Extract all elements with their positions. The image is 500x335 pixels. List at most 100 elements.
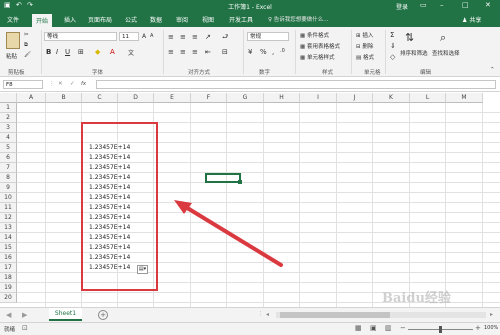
title-bar: ▣ ↶ ↷ 工作簿1 - Excel 登录 ▭ – □ ✕ bbox=[0, 0, 500, 12]
clear-icon[interactable]: ◇ bbox=[390, 53, 395, 61]
border-icon[interactable]: ⊞ bbox=[78, 48, 84, 56]
ribbon-display-icon[interactable]: ▭ bbox=[420, 1, 427, 9]
tab-insert[interactable]: 插入 bbox=[64, 15, 76, 24]
tab-formulas[interactable]: 公式 bbox=[125, 15, 137, 24]
fill-icon[interactable]: ⇓ bbox=[390, 42, 396, 50]
grow-font-icon[interactable]: A bbox=[142, 33, 146, 40]
sort-filter-button[interactable]: 排序和筛选 bbox=[400, 49, 428, 57]
cell-styles-icon: ▦ bbox=[300, 55, 306, 61]
format-as-table-button[interactable]: ▦ 套用表格格式 bbox=[300, 42, 340, 50]
bold-icon[interactable]: B bbox=[46, 48, 51, 56]
tab-data[interactable]: 数据 bbox=[150, 15, 162, 24]
font-name-select[interactable]: 等线 bbox=[44, 32, 117, 41]
formula-input[interactable] bbox=[96, 80, 496, 89]
worksheet-grid[interactable]: ABCDEFGHIJKLM 1 2 3 4 5 6 7 8 9 10 11 12 13 14 15 16 17 1… bbox=[0, 93, 500, 307]
status-ready: 就绪 bbox=[4, 327, 16, 333]
share-button[interactable]: ♟ 共享 bbox=[462, 15, 481, 24]
orientation-icon[interactable]: ↗ bbox=[205, 33, 211, 41]
enter-icon[interactable]: ✓ bbox=[70, 81, 75, 87]
top-align-icon[interactable]: ≡ bbox=[168, 33, 174, 41]
group-styles: 样式 bbox=[322, 70, 334, 76]
number-format-select[interactable]: 常规 bbox=[247, 32, 289, 41]
scroll-left-icon[interactable]: ◂ bbox=[266, 311, 269, 318]
align-right-icon[interactable]: ≡ bbox=[192, 48, 198, 56]
prev-sheet-icon[interactable]: ◀ bbox=[6, 311, 11, 319]
cancel-icon[interactable]: ✕ bbox=[58, 81, 63, 87]
page-layout-view-icon[interactable]: ▣ bbox=[370, 324, 377, 332]
group-number: 数字 bbox=[259, 70, 271, 76]
sheet-tab-sheet1[interactable]: Sheet1 bbox=[49, 308, 82, 321]
zoom-out-icon[interactable]: − bbox=[400, 324, 406, 332]
page-break-view-icon[interactable]: ▥ bbox=[385, 324, 392, 332]
wrap-text-icon[interactable]: ⮐ bbox=[222, 33, 228, 44]
maximize-icon[interactable]: □ bbox=[462, 1, 469, 9]
cut-icon[interactable]: ✂ bbox=[24, 32, 29, 38]
name-box[interactable]: F8 bbox=[3, 80, 43, 89]
phonetic-icon[interactable]: 文 bbox=[128, 48, 134, 57]
paste-button[interactable]: 粘贴 bbox=[6, 52, 17, 60]
cell-styles-button[interactable]: ▦ 单元格样式 bbox=[300, 53, 334, 61]
paste-icon[interactable] bbox=[6, 32, 20, 49]
insert-icon: ⊞ bbox=[356, 33, 361, 39]
scrollbar-thumb[interactable] bbox=[280, 312, 390, 318]
align-center-icon[interactable]: ≡ bbox=[180, 48, 186, 56]
sort-filter-icon[interactable]: ⇅ bbox=[405, 31, 414, 44]
font-color-icon[interactable]: A bbox=[110, 48, 115, 56]
zoom-level[interactable]: 100% bbox=[484, 325, 498, 331]
merge-center-icon[interactable]: ⊟ bbox=[222, 48, 228, 56]
separator bbox=[295, 30, 296, 74]
font-size-value: 11 bbox=[122, 34, 129, 40]
format-cells-button[interactable]: ▤ 格式 bbox=[356, 53, 374, 61]
bottom-align-icon[interactable]: ≡ bbox=[192, 33, 198, 41]
tell-me-search[interactable]: ♀ 告诉我您想要做什么... bbox=[268, 15, 329, 23]
collapse-ribbon-icon[interactable]: ⌃ bbox=[490, 67, 495, 73]
login-link[interactable]: 登录 bbox=[396, 2, 408, 11]
tab-file[interactable]: 文件 bbox=[7, 15, 19, 24]
tab-view[interactable]: 视图 bbox=[202, 15, 214, 24]
percent-icon[interactable]: % bbox=[260, 48, 267, 56]
insert-cells-button[interactable]: ⊞ 插入 bbox=[356, 31, 373, 39]
zoom-slider-handle[interactable] bbox=[439, 326, 442, 333]
close-icon[interactable]: ✕ bbox=[485, 1, 491, 9]
delete-cells-button[interactable]: ⊟ 删除 bbox=[356, 42, 373, 50]
find-icon[interactable]: ⌕ bbox=[440, 31, 446, 45]
search-placeholder: 告诉我您想要做什么... bbox=[273, 17, 329, 23]
font-size-select[interactable]: 11 bbox=[119, 32, 139, 41]
copy-icon[interactable]: ⧉ bbox=[24, 42, 28, 49]
next-sheet-icon[interactable]: ▶ bbox=[22, 311, 27, 319]
number-format-value: 常规 bbox=[250, 34, 262, 40]
separator bbox=[385, 30, 386, 74]
autosum-icon[interactable]: Σ bbox=[390, 31, 394, 39]
decimal-icon[interactable]: .0 bbox=[280, 48, 285, 54]
find-select-button[interactable]: 查找和选择 bbox=[432, 49, 460, 57]
indent-icon[interactable]: ⇤ bbox=[205, 48, 211, 56]
share-label: 共享 bbox=[469, 17, 482, 24]
format-cells-label: 格式 bbox=[362, 55, 374, 61]
normal-view-icon[interactable]: ▦ bbox=[355, 324, 362, 332]
currency-icon[interactable]: ¥ bbox=[248, 48, 252, 56]
insert-function-icon[interactable]: fx bbox=[81, 81, 86, 87]
cell-styles-label: 单元格样式 bbox=[306, 55, 335, 61]
conditional-format-button[interactable]: ▦ 条件格式 bbox=[300, 31, 329, 39]
align-left-icon[interactable]: ≡ bbox=[168, 48, 174, 56]
tab-home[interactable]: 开始 bbox=[32, 14, 53, 27]
tab-review[interactable]: 审阅 bbox=[176, 15, 188, 24]
comma-icon[interactable]: , bbox=[272, 48, 274, 56]
italic-icon[interactable]: I bbox=[56, 48, 58, 56]
macro-record-icon[interactable]: ⊡ bbox=[22, 324, 28, 332]
fill-color-icon[interactable]: ◆ bbox=[95, 48, 100, 56]
minimize-icon[interactable]: – bbox=[440, 1, 444, 9]
add-sheet-icon[interactable]: + bbox=[98, 310, 108, 320]
format-painter-icon[interactable]: 🖌 bbox=[24, 52, 31, 58]
middle-align-icon[interactable]: ≡ bbox=[180, 33, 186, 41]
scroll-right-icon[interactable]: ▸ bbox=[490, 311, 493, 318]
delete-cells-label: 删除 bbox=[362, 44, 374, 50]
zoom-in-icon[interactable]: + bbox=[475, 324, 481, 332]
group-clipboard: 剪贴板 bbox=[8, 70, 25, 76]
lightbulb-icon: ♀ bbox=[268, 17, 273, 23]
tab-developer[interactable]: 开发工具 bbox=[229, 15, 253, 24]
shrink-font-icon[interactable]: A bbox=[150, 33, 153, 39]
horizontal-scrollbar[interactable] bbox=[276, 312, 486, 318]
underline-icon[interactable]: U bbox=[65, 48, 70, 56]
tab-page-layout[interactable]: 页面布局 bbox=[88, 15, 112, 24]
